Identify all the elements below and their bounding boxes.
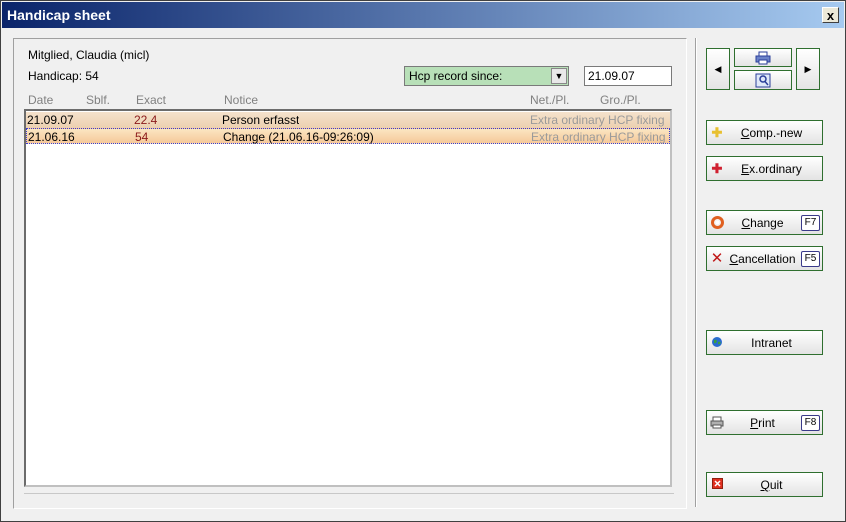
handicap-record-list[interactable]: 21.09.07 22.4 Person erfasst Extra ordin… bbox=[24, 109, 672, 487]
exit-icon bbox=[710, 478, 724, 492]
column-net[interactable]: Net./Pl. bbox=[530, 93, 569, 107]
row-net: Extra ordinary HCP fixing bbox=[531, 130, 666, 144]
hcp-record-select[interactable]: Hcp record since: ▼ bbox=[404, 66, 569, 86]
row-exact: 54 bbox=[135, 130, 149, 144]
quit-button[interactable]: Quit bbox=[706, 472, 823, 497]
column-gross[interactable]: Gro./Pl. bbox=[600, 93, 641, 107]
record-panel: Mitglied, Claudia (micl) Handicap: 54 Hc… bbox=[13, 38, 687, 509]
button-label: Ex.ordinary bbox=[741, 162, 802, 176]
magnifier-page-icon bbox=[755, 73, 771, 88]
red-plus-icon: ✚ bbox=[711, 161, 723, 176]
button-label: Intranet bbox=[751, 336, 792, 350]
table-row-selected[interactable]: 21.06.16 54 Change (21.06.16-09:26:09) E… bbox=[26, 128, 670, 144]
hcp-select-value: Hcp record since: bbox=[409, 69, 503, 83]
row-date: 21.09.07 bbox=[27, 113, 74, 127]
button-label: Quit bbox=[760, 478, 783, 492]
column-date[interactable]: Date bbox=[28, 93, 53, 107]
lifebuoy-icon bbox=[710, 216, 724, 230]
since-date-input[interactable]: 21.09.07 bbox=[584, 66, 672, 86]
title-bar: Handicap sheet x bbox=[2, 2, 844, 28]
next-button[interactable]: ▶ bbox=[796, 48, 820, 90]
row-net: Extra ordinary HCP fixing bbox=[530, 113, 665, 127]
table-row[interactable]: 21.09.07 22.4 Person erfasst Extra ordin… bbox=[26, 112, 670, 128]
dropdown-arrow-icon[interactable]: ▼ bbox=[551, 68, 567, 84]
window-title: Handicap sheet bbox=[7, 7, 111, 23]
intranet-button[interactable]: Intranet bbox=[706, 330, 823, 355]
button-label: Print bbox=[750, 416, 775, 430]
close-button[interactable]: x bbox=[822, 7, 839, 23]
preview-nav-button[interactable] bbox=[734, 70, 792, 90]
row-exact: 22.4 bbox=[134, 113, 158, 127]
column-sblf[interactable]: Sblf. bbox=[86, 93, 110, 107]
triangle-right-icon: ▶ bbox=[804, 64, 812, 74]
shortcut-badge: F7 bbox=[801, 215, 820, 231]
column-exact[interactable]: Exact bbox=[136, 93, 166, 107]
change-button[interactable]: Change F7 bbox=[706, 210, 823, 235]
row-notice: Change (21.06.16-09:26:09) bbox=[223, 130, 374, 144]
extraordinary-button[interactable]: ✚ Ex.ordinary bbox=[706, 156, 823, 181]
plus-icon: ✚ bbox=[711, 125, 723, 140]
cross-icon: ✕ bbox=[710, 250, 724, 267]
divider bbox=[24, 493, 674, 494]
print-button[interactable]: Print F8 bbox=[706, 410, 823, 435]
triangle-left-icon: ◀ bbox=[714, 64, 722, 74]
handicap-sheet-window: Handicap sheet x Mitglied, Claudia (micl… bbox=[0, 0, 846, 522]
member-name: Mitglied, Claudia (micl) bbox=[28, 48, 150, 62]
row-date: 21.06.16 bbox=[28, 130, 75, 144]
row-notice: Person erfasst bbox=[222, 113, 300, 127]
handicap-value: Handicap: 54 bbox=[28, 69, 99, 83]
shortcut-badge: F8 bbox=[801, 415, 820, 431]
action-panel: ◀ ▶ ✚ Comp.-new ✚ Ex.ordinary Change F7 … bbox=[695, 38, 834, 507]
shortcut-badge: F5 bbox=[801, 251, 820, 267]
comp-new-button[interactable]: ✚ Comp.-new bbox=[706, 120, 823, 145]
column-notice[interactable]: Notice bbox=[224, 93, 258, 107]
button-label: Change bbox=[741, 216, 784, 230]
cancellation-button[interactable]: ✕ Cancellation F5 bbox=[706, 246, 823, 271]
printer-nav-button[interactable] bbox=[734, 48, 792, 67]
printer-icon bbox=[755, 51, 771, 65]
globe-icon bbox=[710, 336, 724, 350]
printer-icon bbox=[710, 416, 724, 430]
button-label: Comp.-new bbox=[740, 126, 803, 140]
button-label: Cancellation bbox=[729, 252, 796, 266]
previous-button[interactable]: ◀ bbox=[706, 48, 730, 90]
